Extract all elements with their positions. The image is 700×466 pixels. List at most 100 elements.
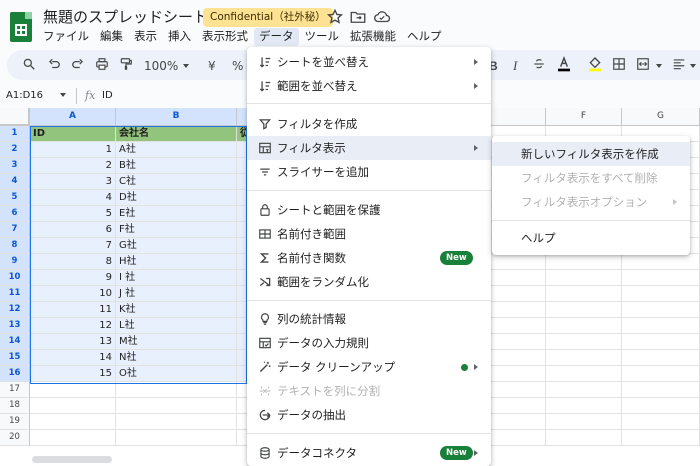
table-cell[interactable] [546,270,622,286]
italic-icon[interactable]: I [513,58,517,74]
table-cell[interactable] [622,430,700,446]
row-header[interactable]: 16 [0,366,30,382]
row-header[interactable]: 5 [0,190,30,206]
table-cell[interactable]: K社 [116,302,237,318]
strikethrough-icon[interactable] [532,57,546,71]
row-header[interactable]: 9 [0,254,30,270]
menu-file[interactable]: ファイル [38,28,94,46]
row-header[interactable]: 18 [0,398,30,414]
table-cell[interactable]: 14 [30,350,116,366]
menu-item-create-filter[interactable]: フィルタを作成 [247,112,491,136]
table-cell[interactable] [546,334,622,350]
undo-icon[interactable] [47,57,61,71]
table-cell[interactable] [622,270,700,286]
table-cell[interactable] [30,430,116,446]
horizontal-align-icon[interactable] [672,57,686,71]
menu-help[interactable]: ヘルプ [402,28,447,46]
table-cell[interactable] [622,414,700,430]
align-caret-icon[interactable] [690,64,696,68]
table-cell[interactable]: B社 [116,158,237,174]
table-cell[interactable]: F社 [116,222,237,238]
table-cell[interactable]: 3 [30,174,116,190]
table-cell[interactable] [30,398,116,414]
row-header[interactable]: 11 [0,286,30,302]
table-cell[interactable]: 6 [30,222,116,238]
table-cell[interactable] [546,398,622,414]
name-box[interactable]: A1:D16 [6,90,43,101]
table-cell[interactable]: 9 [30,270,116,286]
redo-icon[interactable] [71,57,85,71]
table-cell[interactable] [622,398,700,414]
table-cell[interactable] [546,302,622,318]
table-cell[interactable]: 会社名 [116,126,237,142]
row-header[interactable]: 17 [0,382,30,398]
table-cell[interactable] [116,414,237,430]
sheets-logo-icon[interactable] [10,12,32,42]
column-header-b[interactable]: B [116,108,237,126]
table-cell[interactable] [546,286,622,302]
table-cell[interactable]: M社 [116,334,237,350]
table-cell[interactable] [116,430,237,446]
zoom-select[interactable]: 100% [144,58,178,74]
star-icon[interactable] [326,8,344,26]
table-cell[interactable] [30,414,116,430]
menu-item-randomize-range[interactable]: 範囲をランダム化 [247,270,491,294]
table-cell[interactable] [546,382,622,398]
table-cell[interactable] [622,302,700,318]
table-cell[interactable]: A社 [116,142,237,158]
table-cell[interactable]: 12 [30,318,116,334]
name-box-caret-icon[interactable] [60,93,66,97]
table-cell[interactable] [622,286,700,302]
table-cell[interactable] [116,382,237,398]
table-cell[interactable]: 7 [30,238,116,254]
column-header-f[interactable]: F [546,108,622,126]
row-header[interactable]: 7 [0,222,30,238]
row-header[interactable]: 4 [0,174,30,190]
column-header-g[interactable]: G [622,108,700,126]
search-menus-icon[interactable] [22,57,36,71]
menu-format[interactable]: 表示形式 [197,28,253,46]
menu-item-data-extraction[interactable]: データの抽出 [247,403,491,427]
menu-view[interactable]: 表示 [129,28,162,46]
menu-item-sort-range[interactable]: 範囲を並べ替え [247,74,491,98]
menu-item-sort-sheet[interactable]: シートを並べ替え [247,50,491,74]
menu-tools[interactable]: ツール [300,28,345,46]
submenu-item-help[interactable]: ヘルプ [492,226,690,250]
document-title[interactable]: 無題のスプレッドシート [43,6,208,27]
table-cell[interactable] [622,334,700,350]
row-header[interactable]: 14 [0,334,30,350]
menu-item-filter-views[interactable]: フィルタ表示 [247,136,491,160]
table-cell[interactable] [546,318,622,334]
menu-item-data-validation[interactable]: データの入力規則 [247,331,491,355]
menu-item-add-slicer[interactable]: スライサーを追加 [247,160,491,184]
menu-item-data-connectors[interactable]: データコネクタ New [247,441,491,465]
table-cell[interactable]: D社 [116,190,237,206]
table-cell[interactable] [622,350,700,366]
merge-caret-icon[interactable] [656,64,662,68]
table-cell[interactable]: ID [30,126,116,142]
table-cell[interactable]: 2 [30,158,116,174]
horizontal-scrollbar[interactable] [32,456,112,463]
table-cell[interactable]: 10 [30,286,116,302]
table-cell[interactable] [546,430,622,446]
row-header[interactable]: 2 [0,142,30,158]
fill-color-icon[interactable] [587,55,603,73]
row-header[interactable]: 19 [0,414,30,430]
table-cell[interactable] [546,414,622,430]
table-cell[interactable]: 11 [30,302,116,318]
row-header[interactable]: 6 [0,206,30,222]
table-cell[interactable]: L社 [116,318,237,334]
menu-extensions[interactable]: 拡張機能 [345,28,401,46]
table-cell[interactable]: G社 [116,238,237,254]
menu-item-named-ranges[interactable]: 名前付き範囲 [247,222,491,246]
table-cell[interactable] [622,318,700,334]
menu-item-protect[interactable]: シートと範囲を保護 [247,198,491,222]
row-header[interactable]: 12 [0,302,30,318]
table-cell[interactable]: C社 [116,174,237,190]
select-all-corner[interactable] [0,108,30,126]
menu-insert[interactable]: 挿入 [163,28,196,46]
menu-item-data-cleanup[interactable]: データ クリーンアップ [247,355,491,379]
table-cell[interactable]: H社 [116,254,237,270]
menu-edit[interactable]: 編集 [95,28,128,46]
table-cell[interactable]: E社 [116,206,237,222]
